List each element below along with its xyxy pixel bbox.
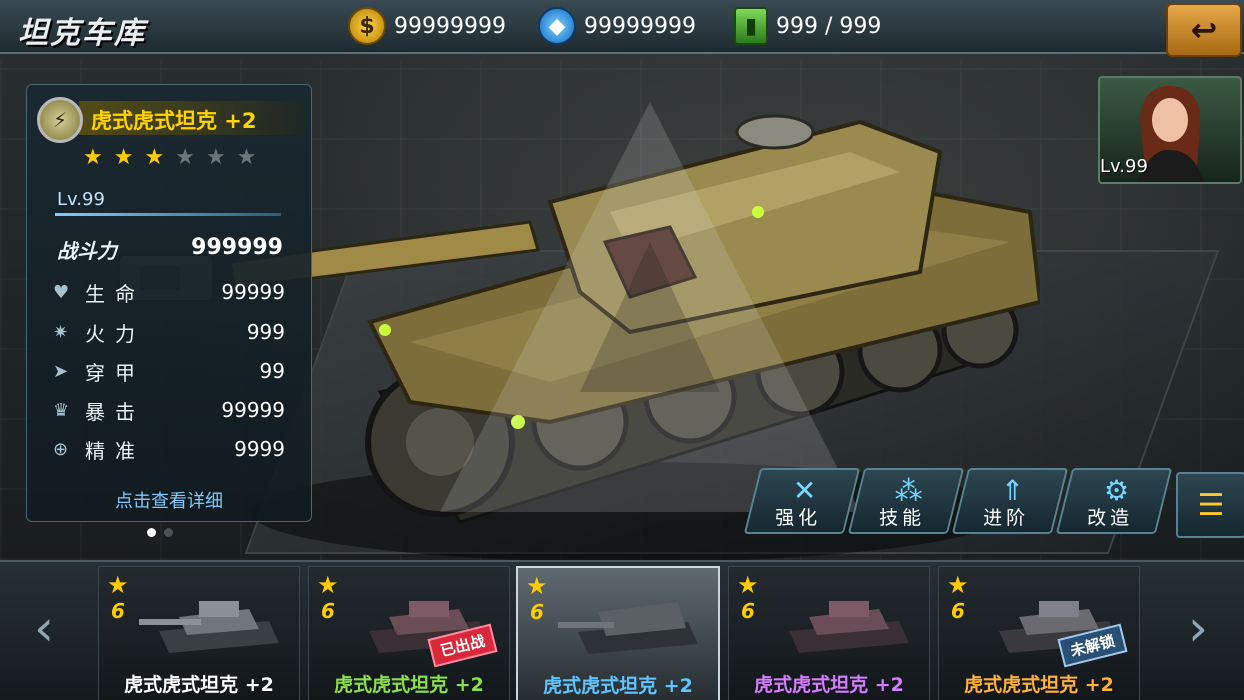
stat-label: 火力 — [85, 321, 145, 346]
tank-rank: 6 — [951, 599, 965, 623]
stat-value: 99999 — [221, 398, 285, 422]
level-bar — [55, 213, 281, 216]
combat-power-label: 战斗力 — [57, 239, 117, 263]
star-filled-icon: ★ — [113, 145, 136, 170]
tank-level: Lv.99 — [57, 189, 105, 210]
stat-label: 精准 — [85, 438, 145, 463]
enhance-button[interactable]: ✕ 强化 — [743, 468, 861, 534]
diamond-icon: ◆ — [538, 7, 576, 45]
screen-title: 坦克车库 — [18, 16, 146, 51]
tank-rank: 6 — [530, 600, 544, 624]
heart-icon: ♥ — [53, 281, 70, 303]
star-filled-icon: ★ — [144, 145, 167, 170]
rank-star-icon: ★ — [526, 572, 548, 600]
gold-counter: $ 99999999 — [348, 7, 506, 45]
rank-star-icon: ★ — [737, 571, 759, 599]
advance-label: 进阶 — [983, 507, 1030, 529]
skills-button[interactable]: ⁂ 技能 — [847, 468, 965, 534]
stat-precision: ⊕ 精准 9999 — [53, 434, 285, 464]
top-bar: 坦克车库 $ 99999999 ◆ 99999999 ▮ 999 / 999 ↩ — [0, 0, 1244, 57]
tank-card-name: 虎式虎式坦克 +2 — [124, 674, 274, 696]
tank-thumbnail-icon — [789, 601, 909, 653]
fuel-can-icon: ▮ — [734, 7, 768, 45]
enhance-label: 强化 — [775, 507, 822, 529]
list-icon: ☰ — [1197, 487, 1225, 523]
tank-rank: 6 — [111, 599, 125, 623]
crit-icon: ♛ — [53, 399, 70, 421]
stat-label: 暴击 — [85, 399, 145, 424]
stat-value: 99999 — [221, 280, 285, 304]
page-indicator — [147, 528, 173, 537]
garage-screen: 坦克车库 $ 99999999 ◆ 99999999 ▮ 999 / 999 ↩… — [0, 0, 1244, 700]
back-button[interactable]: ↩ — [1166, 3, 1242, 57]
stat-crit: ♛ 暴击 99999 — [53, 395, 285, 425]
back-arrow-icon: ↩ — [1190, 11, 1218, 49]
modify-label: 改造 — [1087, 507, 1134, 529]
gold-value: 99999999 — [394, 13, 506, 39]
tank-card-selected[interactable]: ★ 6 虎式虎式坦克 +2 — [516, 566, 720, 700]
gem-value: 99999999 — [584, 13, 696, 39]
stat-hp: ♥ 生命 99999 — [53, 277, 285, 307]
star-empty-icon: ★ — [175, 145, 197, 170]
stat-label: 生命 — [85, 281, 145, 306]
combat-power-value: 999999 — [191, 235, 283, 260]
commander-level: Lv.99 — [1100, 156, 1148, 177]
tank-name: 虎式虎式坦克 +2 — [91, 109, 257, 133]
page-dot-active — [147, 528, 156, 537]
tank-card-name: 虎式虎式坦克 +2 — [334, 674, 484, 696]
skills-label: 技能 — [879, 507, 926, 529]
rank-star-icon: ★ — [107, 571, 129, 599]
list-menu-button[interactable]: ☰ — [1176, 472, 1244, 538]
fuel-counter: ▮ 999 / 999 — [734, 7, 882, 45]
carousel-next-arrow-icon[interactable]: › — [1178, 598, 1218, 658]
rank-star-icon: ★ — [947, 571, 969, 599]
stat-armor-pierce: ➤ 穿甲 99 — [53, 356, 285, 386]
tank-rank: 6 — [321, 599, 335, 623]
tank-card[interactable]: ★ 6 虎式虎式坦克 +2 — [728, 566, 930, 700]
tank-card-name: 虎式虎式坦克 +2 — [543, 675, 693, 697]
gem-counter: ◆ 99999999 — [538, 7, 696, 45]
armor-icon: ➤ — [53, 360, 69, 382]
gold-coin-icon: $ — [348, 7, 386, 45]
stat-firepower: ✷ 火力 999 — [53, 317, 285, 347]
tank-card[interactable]: ★ 6 未解锁 虎式虎式坦克 +2 — [938, 566, 1140, 700]
advance-button[interactable]: ⇑ 进阶 — [951, 468, 1069, 534]
rank-star-icon: ★ — [317, 571, 339, 599]
tank-card[interactable]: ★ 6 已出战 虎式虎式坦克 +2 — [308, 566, 510, 700]
tank-card-name: 虎式虎式坦克 +2 — [754, 674, 904, 696]
stat-label: 穿甲 — [85, 360, 145, 385]
precision-icon: ⊕ — [53, 438, 69, 460]
tank-star-rating: ★ ★ ★ ★ ★ ★ — [83, 145, 258, 170]
carousel-prev-arrow-icon[interactable]: ‹ — [24, 598, 64, 658]
stat-value: 9999 — [234, 437, 285, 461]
tank-class-badge-icon: ⚡ — [37, 97, 83, 143]
modify-button[interactable]: ⚙ 改造 — [1055, 468, 1173, 534]
firepower-icon: ✷ — [53, 321, 69, 343]
star-filled-icon: ★ — [83, 145, 105, 170]
fuel-value: 999 / 999 — [776, 13, 882, 39]
stat-value: 999 — [246, 320, 285, 344]
stat-value: 99 — [259, 359, 285, 383]
view-details-link[interactable]: 点击查看详细 — [27, 487, 311, 513]
tank-rank: 6 — [741, 599, 755, 623]
tank-thumbnail-icon — [139, 601, 279, 653]
tank-info-panel: ⚡ 虎式虎式坦克 +2 ★ ★ ★ ★ ★ ★ Lv.99 战斗力 999999… — [26, 84, 312, 522]
tank-card-name: 虎式虎式坦克 +2 — [964, 674, 1114, 696]
tank-thumbnail-icon — [558, 602, 698, 654]
page-dot — [164, 528, 173, 537]
star-empty-icon: ★ — [205, 145, 228, 170]
star-empty-icon: ★ — [236, 145, 259, 170]
tank-card[interactable]: ★ 6 虎式虎式坦克 +2 — [98, 566, 300, 700]
